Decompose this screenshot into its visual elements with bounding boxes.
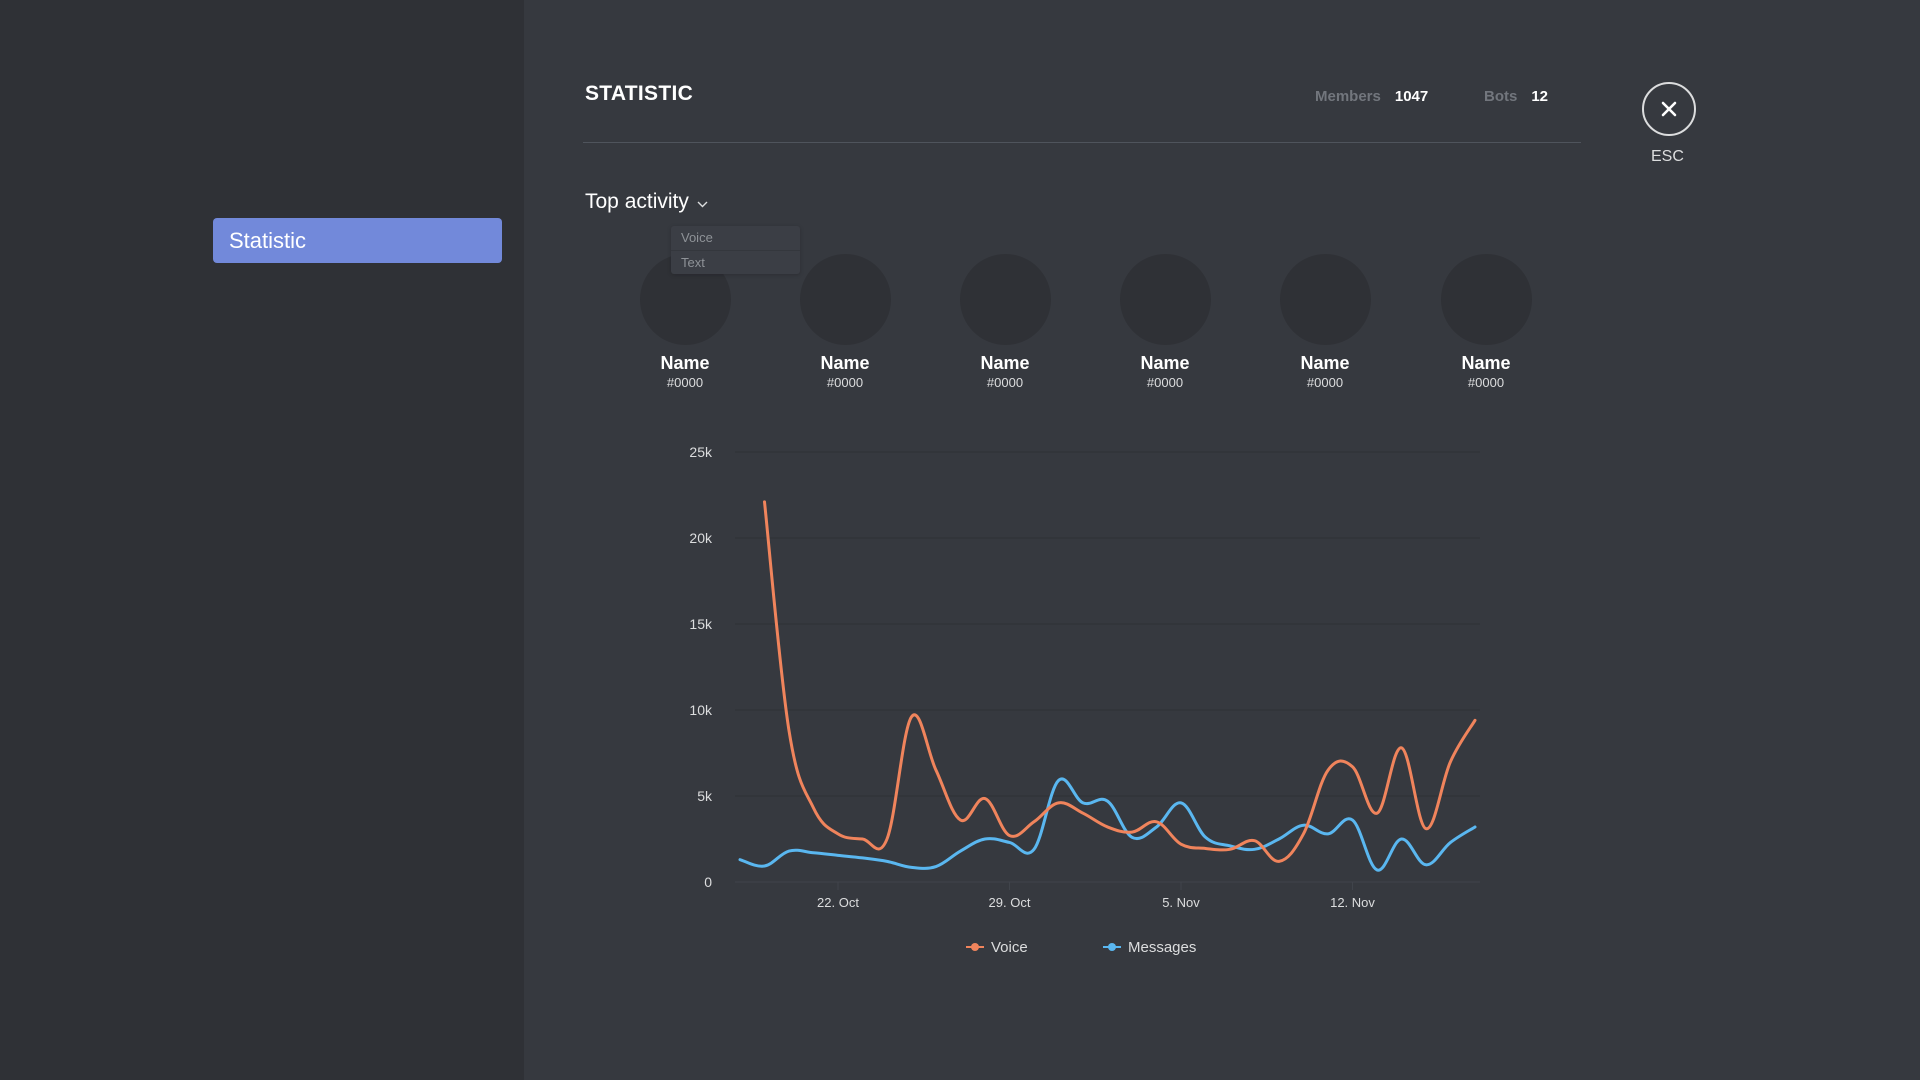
dropdown-option-text[interactable]: Text bbox=[671, 250, 800, 275]
y-tick-label: 5k bbox=[697, 788, 713, 804]
top-activity-dropdown: Voice Text bbox=[671, 226, 800, 274]
legend-messages-marker bbox=[1108, 943, 1116, 951]
y-tick-label: 15k bbox=[689, 616, 713, 632]
activity-chart: 0 5k 10k 15k 20k 25k 22. Oct 29. Oct 5. Nov 12. N… bbox=[689, 444, 1480, 956]
y-tick-label: 20k bbox=[689, 530, 713, 546]
x-tick-label: 12. Nov bbox=[1330, 895, 1375, 910]
voice-series-line bbox=[763, 500, 1477, 863]
legend-voice-label[interactable]: Voice bbox=[991, 939, 1028, 956]
legend-messages-label[interactable]: Messages bbox=[1128, 939, 1196, 956]
y-tick-label: 10k bbox=[689, 702, 713, 718]
y-tick-label: 0 bbox=[704, 874, 712, 890]
x-tick-label: 29. Oct bbox=[989, 895, 1031, 910]
dropdown-option-voice[interactable]: Voice bbox=[671, 226, 800, 250]
x-tick-label: 22. Oct bbox=[817, 895, 859, 910]
legend-voice-marker bbox=[971, 943, 979, 951]
y-tick-label: 25k bbox=[689, 444, 713, 460]
x-tick-label: 5. Nov bbox=[1162, 895, 1200, 910]
